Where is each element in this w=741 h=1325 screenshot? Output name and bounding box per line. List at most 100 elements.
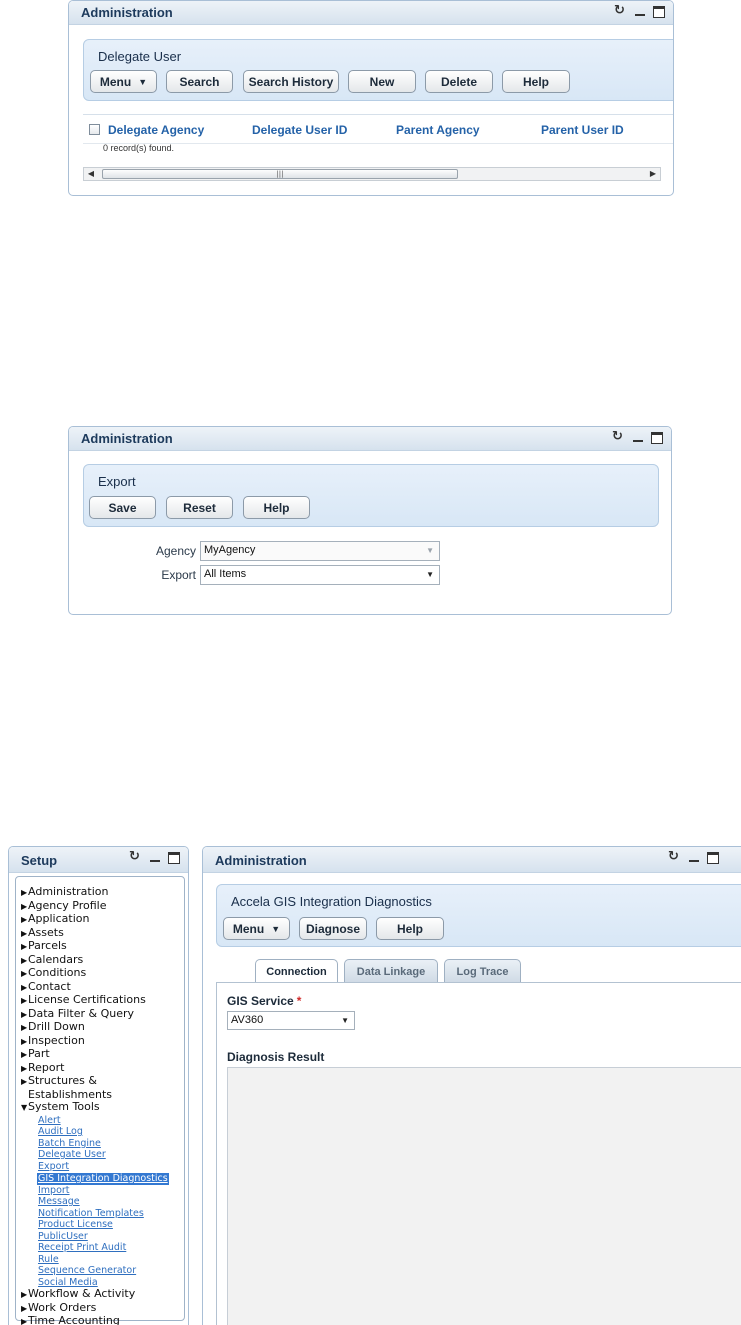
expand-arrow-icon[interactable]: ▶ (21, 1289, 28, 1302)
refresh-icon[interactable] (129, 849, 142, 864)
tree-item-label: Data Filter & Query (28, 1006, 135, 1020)
tree-link-gis-integration-diagnostics[interactable]: GIS Integration Diagnostics (37, 1173, 169, 1185)
tree-item-agency-profile[interactable]: ▶Agency Profile (21, 899, 186, 914)
select-all-checkbox[interactable] (89, 124, 100, 135)
maximize-icon[interactable] (653, 6, 665, 18)
search-button[interactable]: Search (166, 70, 233, 93)
column-parent-agency[interactable]: Parent Agency (396, 123, 480, 137)
expand-arrow-icon[interactable]: ▶ (21, 995, 28, 1008)
export-select[interactable]: All Items ▼ (200, 565, 440, 585)
expand-arrow-icon[interactable]: ▶ (21, 941, 28, 954)
tree-item-application[interactable]: ▶Application (21, 912, 186, 927)
tree-item-license-certifications[interactable]: ▶License Certifications (21, 993, 186, 1008)
expand-arrow-icon[interactable]: ▶ (21, 901, 28, 914)
tree-item-time-accounting[interactable]: ▶Time Accounting (21, 1314, 186, 1325)
reset-button[interactable]: Reset (166, 496, 233, 519)
tree-link-batch-engine[interactable]: Batch Engine (21, 1138, 186, 1150)
menu-button[interactable]: Menu ▼ (90, 70, 157, 93)
maximize-icon[interactable] (651, 432, 663, 444)
expand-arrow-icon[interactable]: ▶ (21, 1076, 28, 1089)
tree-item-drill-down[interactable]: ▶Drill Down (21, 1020, 186, 1035)
tree-link-sequence-generator[interactable]: Sequence Generator (21, 1265, 186, 1277)
tree-item-system-tools[interactable]: ▼System Tools (21, 1100, 186, 1115)
minimize-icon[interactable] (634, 6, 646, 18)
expand-arrow-icon[interactable]: ▶ (21, 1009, 28, 1022)
collapse-arrow-icon[interactable]: ▼ (21, 1102, 28, 1115)
agency-select[interactable]: MyAgency ▼ (200, 541, 440, 561)
search-history-button[interactable]: Search History (243, 70, 339, 93)
maximize-icon[interactable] (707, 852, 719, 864)
menu-button[interactable]: Menu ▼ (223, 917, 290, 940)
tab-connection[interactable]: Connection (255, 959, 338, 984)
column-delegate-user-id[interactable]: Delegate User ID (252, 123, 347, 137)
expand-arrow-icon[interactable]: ▶ (21, 955, 28, 968)
column-delegate-agency[interactable]: Delegate Agency (108, 123, 204, 137)
delete-button[interactable]: Delete (425, 70, 493, 93)
maximize-icon[interactable] (168, 852, 180, 864)
gis-service-label: GIS Service * (227, 994, 301, 1008)
tree-item-label: Inspection (28, 1033, 85, 1047)
tree-link-product-license[interactable]: Product License (21, 1219, 186, 1231)
agency-value: MyAgency (204, 544, 256, 556)
tree-item-administration[interactable]: ▶Administration (21, 885, 186, 900)
tree-item-calendars[interactable]: ▶Calendars (21, 953, 186, 968)
tree-item-conditions[interactable]: ▶Conditions (21, 966, 186, 981)
expand-arrow-icon[interactable]: ▶ (21, 1036, 28, 1049)
tree-link-rule[interactable]: Rule (21, 1254, 186, 1266)
help-button[interactable]: Help (243, 496, 310, 519)
tree-link-alert[interactable]: Alert (21, 1115, 186, 1127)
tree-item-data-filter-query[interactable]: ▶Data Filter & Query (21, 1006, 186, 1022)
gis-service-label-text: GIS Service (227, 994, 294, 1008)
expand-arrow-icon[interactable]: ▶ (21, 914, 28, 927)
tree-item-assets[interactable]: ▶Assets (21, 926, 186, 941)
tab-content: GIS Service * AV360 ▼ Diagnosis Result (216, 982, 741, 1325)
expand-arrow-icon[interactable]: ▶ (21, 1063, 28, 1076)
horizontal-scrollbar[interactable]: ◀ ||| ▶ (83, 167, 661, 181)
tree-link-message[interactable]: Message (21, 1196, 186, 1208)
portlet-header: Administration (203, 847, 741, 873)
tab-data-linkage[interactable]: Data Linkage (344, 959, 438, 983)
gis-service-select[interactable]: AV360 ▼ (227, 1011, 355, 1030)
refresh-icon[interactable] (614, 3, 627, 18)
gis-diagnostics-portlet: Administration Accela GIS Integration Di… (202, 846, 741, 1325)
tree-item-workflow-activity[interactable]: ▶Workflow & Activity (21, 1287, 186, 1302)
refresh-icon[interactable] (612, 429, 625, 444)
tree-item-structures[interactable]: ▶Structures & (21, 1074, 186, 1089)
refresh-icon[interactable] (668, 849, 681, 864)
expand-arrow-icon[interactable]: ▶ (21, 1022, 28, 1035)
tree-link-notification-templates[interactable]: Notification Templates (21, 1208, 186, 1220)
tree-item-parcels[interactable]: ▶Parcels (21, 939, 186, 954)
help-button[interactable]: Help (502, 70, 570, 93)
scroll-thumb[interactable]: ||| (102, 169, 458, 179)
minimize-icon[interactable] (149, 852, 161, 864)
save-button[interactable]: Save (89, 496, 156, 519)
diagnosis-result-area[interactable] (227, 1067, 741, 1325)
expand-arrow-icon[interactable]: ▶ (21, 1316, 28, 1325)
tree-item-inspection[interactable]: ▶Inspection (21, 1033, 186, 1049)
tab-log-trace[interactable]: Log Trace (444, 959, 521, 983)
scroll-right-icon[interactable]: ▶ (646, 168, 660, 180)
tree-item-contact[interactable]: ▶Contact (21, 980, 186, 995)
tree-link-public-user[interactable]: PublicUser (21, 1231, 186, 1243)
diagnose-button[interactable]: Diagnose (299, 917, 367, 940)
tree-link-import[interactable]: Import (21, 1185, 186, 1197)
tree-item-part[interactable]: ▶Part (21, 1047, 186, 1062)
expand-arrow-icon[interactable]: ▶ (21, 968, 28, 981)
tree-item-report[interactable]: ▶Report (21, 1061, 186, 1076)
tree-item-work-orders[interactable]: ▶Work Orders (21, 1301, 186, 1316)
expand-arrow-icon[interactable]: ▶ (21, 887, 28, 900)
expand-arrow-icon[interactable]: ▶ (21, 928, 28, 941)
minimize-icon[interactable] (688, 852, 700, 864)
scroll-left-icon[interactable]: ◀ (84, 168, 98, 180)
tree-link-audit-log[interactable]: Audit Log (21, 1126, 186, 1138)
expand-arrow-icon[interactable]: ▶ (21, 982, 28, 995)
minimize-icon[interactable] (632, 432, 644, 444)
tree-link-export[interactable]: Export (21, 1161, 186, 1173)
new-button[interactable]: New (348, 70, 416, 93)
help-button[interactable]: Help (376, 917, 444, 940)
tree-link-delegate-user[interactable]: Delegate User (21, 1149, 186, 1161)
column-parent-user-id[interactable]: Parent User ID (541, 123, 624, 137)
tree-link-receipt-print-audit[interactable]: Receipt Print Audit (21, 1242, 186, 1254)
expand-arrow-icon[interactable]: ▶ (21, 1049, 28, 1062)
expand-arrow-icon[interactable]: ▶ (21, 1303, 28, 1316)
